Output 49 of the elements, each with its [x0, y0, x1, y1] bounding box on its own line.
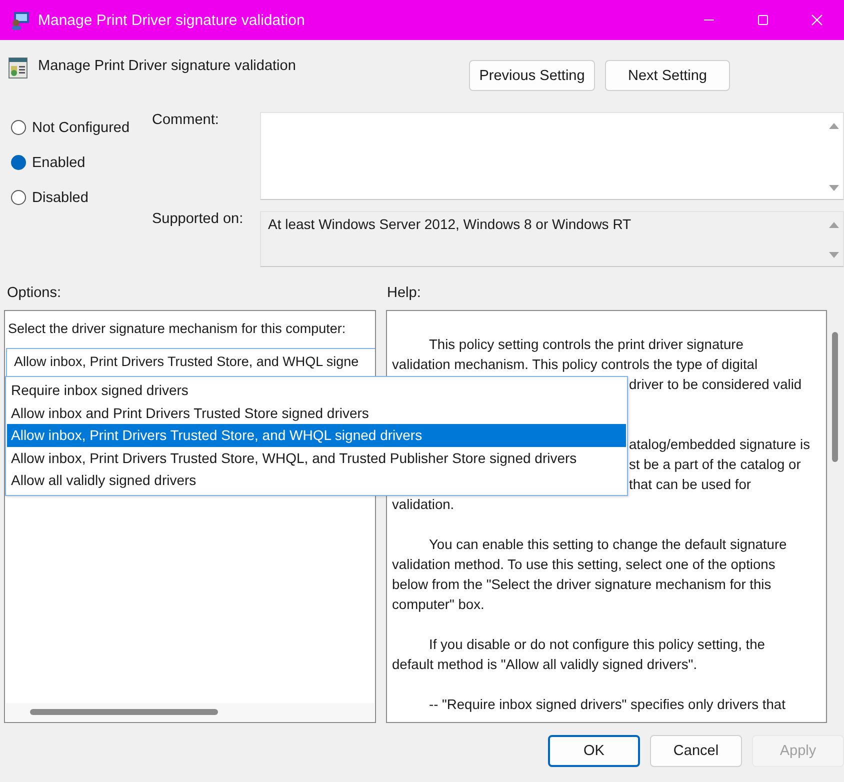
- supported-on-label: Supported on:: [152, 211, 244, 227]
- dialog-button[interactable]: OK: [548, 735, 640, 767]
- help-text-line: computer" box.: [392, 597, 484, 612]
- help-text-line: validation.: [392, 497, 454, 512]
- dropdown-item[interactable]: Allow inbox and Print Drivers Trusted Store signed drivers: [7, 402, 626, 424]
- help-text-line: validation mechanism. This policy controls the type of digital: [392, 357, 758, 372]
- help-text-line: default method is "Allow all validly signed drivers".: [392, 657, 698, 672]
- window-title: Manage Print Driver signature validation: [38, 12, 305, 28]
- help-text-line: You can enable this setting to change the default signature: [429, 537, 787, 552]
- dropdown-item[interactable]: Allow inbox, Print Drivers Trusted Store, WHQL, and Trusted Publisher Store signed drivers: [7, 446, 626, 469]
- dropdown-item[interactable]: Allow all validly signed drivers: [7, 469, 626, 492]
- help-text-line: If you disable or do not configure this policy setting, the: [429, 637, 765, 652]
- policy-icon: [8, 57, 28, 79]
- radio-label[interactable]: Not Configured: [32, 120, 130, 136]
- maximize-icon: [757, 14, 769, 26]
- scrollbar-thumb[interactable]: [832, 332, 838, 462]
- dialog-button[interactable]: Cancel: [650, 735, 742, 767]
- help-text-line: atalog/embedded signature is: [629, 437, 810, 452]
- scrollbar-thumb[interactable]: [30, 709, 218, 715]
- radio-button[interactable]: [11, 120, 26, 135]
- previous-setting-button[interactable]: Previous Setting: [469, 60, 595, 91]
- help-text-line: below from the "Select the driver signature mechanism for this: [392, 577, 772, 592]
- scroll-up-icon[interactable]: [828, 121, 840, 131]
- radio-button[interactable]: [11, 190, 26, 205]
- help-text-line: validation method. To use this setting, select one of the options: [392, 557, 776, 572]
- radio-label[interactable]: Enabled: [32, 154, 86, 170]
- scroll-up-icon[interactable]: [828, 220, 840, 230]
- dropdown-item[interactable]: Allow inbox, Print Drivers Trusted Store, and WHQL signed drivers: [7, 424, 626, 446]
- options-label: Options:: [7, 285, 61, 301]
- help-text-line: that can be used for: [629, 477, 751, 492]
- next-setting-button[interactable]: Next Setting: [605, 60, 730, 91]
- comment-field[interactable]: [260, 112, 844, 200]
- radio-button[interactable]: [11, 155, 26, 170]
- help-text-line: st be a part of the catalog or: [629, 457, 801, 472]
- help-text-line: driver to be considered valid: [629, 377, 802, 392]
- supported-on-text: At least Windows Server 2012, Windows 8 or Windows RT: [268, 216, 632, 232]
- dropdown-item[interactable]: Require inbox signed drivers: [7, 379, 626, 402]
- scroll-down-icon[interactable]: [828, 183, 840, 193]
- app-icon: [10, 10, 30, 30]
- options-instruction: Select the driver signature mechanism for this computer:: [8, 321, 346, 336]
- scroll-down-icon[interactable]: [828, 250, 840, 260]
- horizontal-scrollbar[interactable]: [6, 703, 374, 721]
- help-label: Help:: [387, 285, 421, 301]
- help-text-line: This policy setting controls the print driver signature: [429, 337, 744, 352]
- comment-label: Comment:: [152, 112, 219, 128]
- close-icon: [811, 14, 823, 26]
- policy-title: Manage Print Driver signature validation: [38, 58, 296, 74]
- help-text-line: -- "Require inbox signed drivers" specifies only drivers that: [429, 697, 786, 712]
- radio-label[interactable]: Disabled: [32, 190, 88, 206]
